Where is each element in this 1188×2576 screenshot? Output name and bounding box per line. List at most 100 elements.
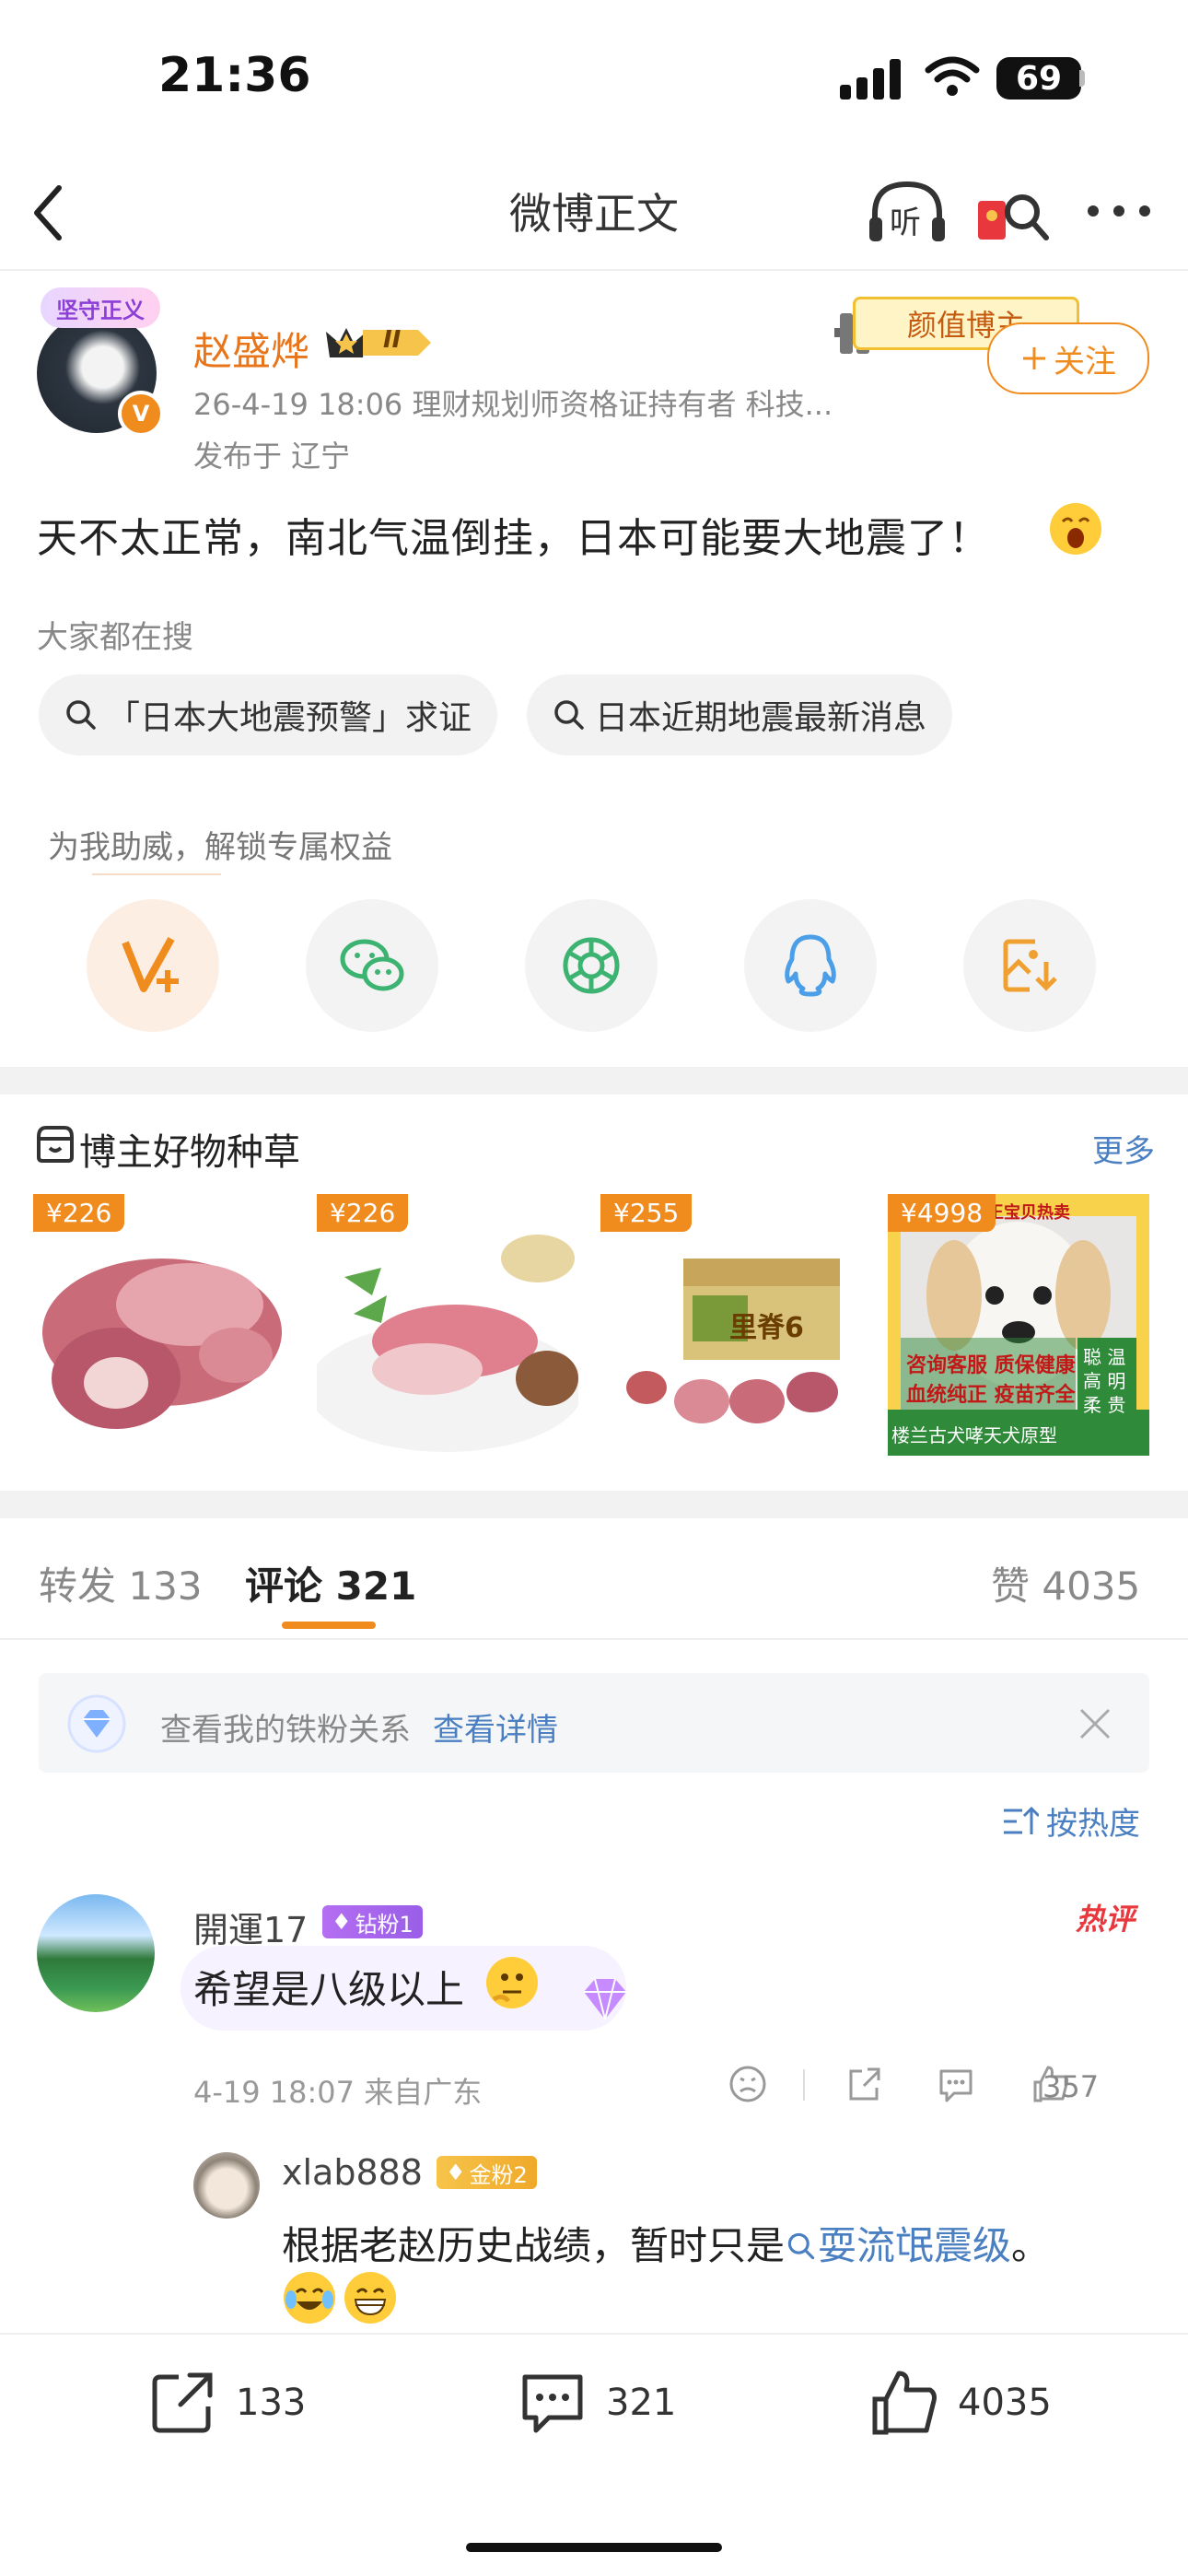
- wifi-icon: [925, 56, 980, 96]
- share-wechat-button[interactable]: [306, 899, 438, 1032]
- product-price: ¥226: [317, 1194, 409, 1232]
- product-price: ¥226: [33, 1194, 125, 1232]
- comment-text: 希望是八级以上: [193, 1967, 465, 2012]
- product-side-text: 聪 温 高 明 柔 贵: [1083, 1346, 1126, 1416]
- bottom-divider: [0, 2333, 1188, 2335]
- bottom-like-button[interactable]: 4035: [869, 2368, 1052, 2438]
- plus-icon: [1023, 347, 1045, 369]
- wechat-icon: [340, 939, 404, 991]
- repost-icon: [152, 2372, 213, 2433]
- fans-relation-text: 查看我的铁粉关系: [160, 1712, 411, 1749]
- signal-icon: [840, 57, 904, 100]
- product-bottom-text: 楼兰古犬哮天犬原型: [891, 1424, 1057, 1446]
- comment-meta: 4-19 18:07 来自广东: [193, 2075, 483, 2110]
- share-moments-button[interactable]: [525, 899, 658, 1032]
- shop-more-link[interactable]: 更多: [1092, 1126, 1155, 1171]
- sort-icon: [1004, 1806, 1039, 1834]
- tab-active-indicator: [282, 1622, 376, 1629]
- hot-comment-tag: 热评: [1076, 1902, 1136, 1937]
- comment-icon: [522, 2374, 583, 2433]
- listen-button[interactable]: 听: [866, 177, 949, 247]
- reply-search-link-label: 耍流氓震级: [818, 2223, 1012, 2268]
- barbell-plate: [840, 313, 853, 354]
- bottom-comment-count: 321: [606, 2382, 677, 2424]
- status-time: 21:36: [158, 48, 311, 103]
- reply-avatar[interactable]: [193, 2152, 260, 2219]
- moments-icon: [563, 937, 620, 994]
- product-price: ¥4998: [888, 1194, 996, 1232]
- shop-icon: [37, 1126, 74, 1163]
- action-separator: [803, 2069, 805, 2101]
- reply-icon[interactable]: [936, 2064, 976, 2104]
- unlock-text: 为我助威，解锁专属权益: [48, 829, 392, 866]
- more-icon[interactable]: [1087, 205, 1151, 217]
- search-icon: [66, 700, 96, 730]
- product-box-text: 里脊6: [729, 1312, 804, 1344]
- reply-text: 根据老赵历史战绩，暂时只是 耍流氓震级。: [282, 2215, 1050, 2271]
- thumbs-up-icon: [872, 2371, 937, 2435]
- cheer-button[interactable]: [87, 899, 219, 1032]
- tab-divider: [0, 1638, 1188, 1640]
- fan-level-label: 钻粉1: [355, 1911, 413, 1938]
- follow-button[interactable]: 关注: [987, 322, 1149, 394]
- sort-button[interactable]: 按热度: [1002, 1798, 1140, 1844]
- laugh-cry-emoji-icon: [284, 2272, 335, 2324]
- reply-author-name[interactable]: xlab888: [282, 2152, 423, 2193]
- fan-level-label: 金粉2: [469, 2161, 528, 2188]
- fan-level-badge: ♦ 钻粉1: [322, 1905, 423, 1938]
- verified-badge: V: [118, 391, 164, 437]
- product-card[interactable]: ¥226: [33, 1194, 295, 1456]
- commenter-name[interactable]: 開運17: [193, 1902, 308, 1952]
- author-name[interactable]: 赵盛烨: [193, 321, 309, 377]
- battery-icon: 69: [996, 57, 1081, 100]
- fan-level-badge: ♦ 金粉2: [437, 2156, 537, 2189]
- share-icon[interactable]: [844, 2064, 884, 2104]
- bottom-like-count: 4035: [958, 2382, 1052, 2424]
- cheer-v-icon: [122, 937, 179, 992]
- bottom-comment-button[interactable]: 321: [518, 2368, 676, 2438]
- section-gap: [0, 1067, 1188, 1095]
- reply-text-body: 根据老赵历史战绩，暂时只是: [282, 2223, 786, 2268]
- dislike-icon[interactable]: [728, 2064, 768, 2104]
- section-gap: [0, 1491, 1188, 1518]
- search-icon: [554, 700, 584, 730]
- search-chip[interactable]: 「日本大地震预警」求证: [39, 674, 498, 755]
- nav-divider: [0, 269, 1188, 271]
- bottom-repost-button[interactable]: 133: [147, 2368, 306, 2438]
- tab-repost[interactable]: 转发 133: [39, 1555, 203, 1611]
- product-card[interactable]: 狗王宝贝热卖 咨询客服 质保健康 血统纯正 疫苗齐全 楼兰古犬哮天犬原型 聪 温…: [888, 1194, 1149, 1456]
- save-image-icon: [1003, 939, 1057, 992]
- bottom-repost-count: 133: [236, 2382, 307, 2424]
- product-card[interactable]: ¥226: [317, 1194, 578, 1456]
- commenter-avatar[interactable]: [37, 1894, 155, 2012]
- gem-bubble-icon: [584, 1978, 626, 2020]
- product-image-meat: [42, 1259, 282, 1429]
- save-image-button[interactable]: [963, 899, 1096, 1032]
- reply-search-link[interactable]: 耍流氓震级: [785, 2223, 1011, 2268]
- sort-label: 按热度: [1046, 1806, 1140, 1843]
- reply-text-end: 。: [1011, 2223, 1051, 2268]
- vip-badge[interactable]: II: [326, 324, 433, 361]
- product-mid-text: 咨询客服 质保健康: [906, 1354, 1076, 1377]
- battery-tip: [1079, 70, 1085, 87]
- product-mid-text-2: 血统纯正 疫苗齐全: [906, 1384, 1076, 1407]
- search-chip-label: 「日本大地震预警」求证: [107, 699, 472, 737]
- search-chip-label: 日本近期地震最新消息: [595, 699, 927, 737]
- thinking-emoji-icon: [486, 1957, 538, 2008]
- tab-comment[interactable]: 评论 321: [245, 1555, 416, 1611]
- search-heading: 大家都在搜: [37, 619, 193, 656]
- product-card[interactable]: 里脊6 ¥255: [600, 1194, 862, 1456]
- tab-like[interactable]: 赞 4035: [991, 1555, 1140, 1611]
- product-price: ¥255: [600, 1194, 693, 1232]
- follow-label: 关注: [1054, 343, 1116, 381]
- fans-detail-link[interactable]: 查看详情: [433, 1704, 558, 1750]
- red-packet-search-icon[interactable]: [974, 181, 1050, 245]
- share-qq-button[interactable]: [744, 899, 877, 1032]
- post-meta: 26-4-19 18:06 理财规划师资格证持有者 科技...: [193, 387, 833, 422]
- close-icon[interactable]: [1077, 1706, 1112, 1741]
- qq-icon: [785, 934, 836, 997]
- avatar-badge: 坚守正义: [41, 287, 160, 328]
- yawn-emoji-icon: [1050, 503, 1101, 555]
- search-chip[interactable]: 日本近期地震最新消息: [527, 674, 953, 755]
- listen-label: 听: [890, 205, 921, 241]
